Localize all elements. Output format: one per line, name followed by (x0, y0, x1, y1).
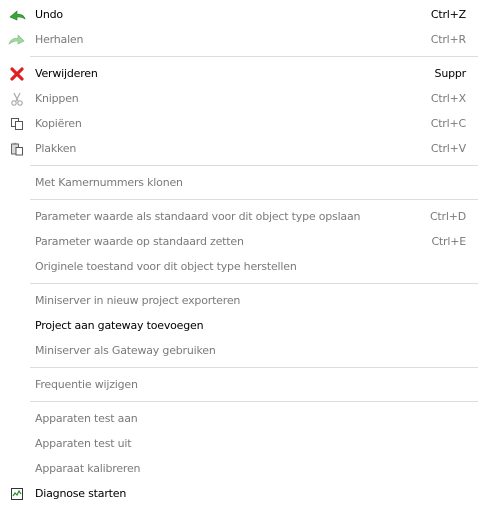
menu-item-label: Project aan gateway toevoegen (35, 319, 204, 332)
menu-item-clone-room-numbers[interactable]: Met Kamernummers klonen (0, 170, 484, 195)
menu-item-shortcut: Ctrl+X (430, 92, 466, 105)
menu-item-calibrate-device[interactable]: Apparaat kalibreren (0, 456, 484, 481)
menu-separator (0, 195, 484, 204)
menu-item-use-as-gateway[interactable]: Miniserver als Gateway gebruiken (0, 338, 484, 363)
menu-item-redo[interactable]: Herhalen Ctrl+R (0, 27, 484, 52)
menu-separator (0, 52, 484, 61)
menu-item-label: Plakken (35, 142, 77, 155)
menu-item-shortcut: Ctrl+Z (430, 8, 466, 21)
menu-separator (0, 363, 484, 372)
menu-item-label: Parameter waarde als standaard voor dit … (35, 210, 361, 223)
context-menu: Undo Ctrl+Z Herhalen Ctrl+R Verwijderen … (0, 0, 484, 508)
scissors-icon (8, 90, 26, 108)
menu-item-label: Apparaten test uit (35, 437, 132, 450)
menu-separator (0, 279, 484, 288)
diagnose-chart-icon (8, 485, 26, 503)
menu-item-label: Apparaat kalibreren (35, 462, 141, 475)
menu-item-export-miniserver[interactable]: Miniserver in nieuw project exporteren (0, 288, 484, 313)
menu-item-copy[interactable]: Kopiëren Ctrl+C (0, 111, 484, 136)
menu-item-delete[interactable]: Verwijderen Suppr (0, 61, 484, 86)
menu-separator (0, 397, 484, 406)
undo-arrow-icon (8, 6, 26, 24)
menu-item-paste[interactable]: Plakken Ctrl+V (0, 136, 484, 161)
menu-item-shortcut: Ctrl+C (430, 117, 466, 130)
menu-item-label: Diagnose starten (35, 487, 127, 500)
menu-item-change-frequency[interactable]: Frequentie wijzigen (0, 372, 484, 397)
menu-item-shortcut: Suppr (434, 67, 467, 80)
menu-item-label: Knippen (35, 92, 79, 105)
menu-item-device-test-off[interactable]: Apparaten test uit (0, 431, 484, 456)
paste-icon (8, 140, 26, 158)
menu-item-save-default[interactable]: Parameter waarde als standaard voor dit … (0, 204, 484, 229)
menu-item-label: Miniserver in nieuw project exporteren (35, 294, 241, 307)
menu-item-start-diagnose[interactable]: Diagnose starten (0, 481, 484, 506)
menu-item-undo[interactable]: Undo Ctrl+Z (0, 2, 484, 27)
menu-item-restore-original[interactable]: Originele toestand voor dit object type … (0, 254, 484, 279)
copy-icon (8, 115, 26, 133)
menu-item-cut[interactable]: Knippen Ctrl+X (0, 86, 484, 111)
delete-x-icon (8, 65, 26, 83)
menu-item-device-test-on[interactable]: Apparaten test aan (0, 406, 484, 431)
menu-item-label: Originele toestand voor dit object type … (35, 260, 297, 273)
menu-item-label: Verwijderen (35, 67, 98, 80)
menu-item-shortcut: Ctrl+V (430, 142, 466, 155)
menu-item-shortcut: Ctrl+R (430, 33, 466, 46)
menu-item-label: Kopiëren (35, 117, 82, 130)
menu-separator (0, 161, 484, 170)
menu-item-set-default[interactable]: Parameter waarde op standaard zetten Ctr… (0, 229, 484, 254)
redo-arrow-icon (8, 31, 26, 49)
menu-item-shortcut: Ctrl+D (429, 210, 466, 223)
menu-item-label: Herhalen (35, 33, 84, 46)
menu-item-label: Undo (35, 8, 63, 21)
menu-item-label: Parameter waarde op standaard zetten (35, 235, 244, 248)
menu-item-label: Frequentie wijzigen (35, 378, 138, 391)
menu-item-label: Met Kamernummers klonen (35, 176, 183, 189)
menu-item-shortcut: Ctrl+E (431, 235, 466, 248)
menu-item-label: Miniserver als Gateway gebruiken (35, 344, 216, 357)
menu-item-add-project-gateway[interactable]: Project aan gateway toevoegen (0, 313, 484, 338)
menu-item-label: Apparaten test aan (35, 412, 138, 425)
